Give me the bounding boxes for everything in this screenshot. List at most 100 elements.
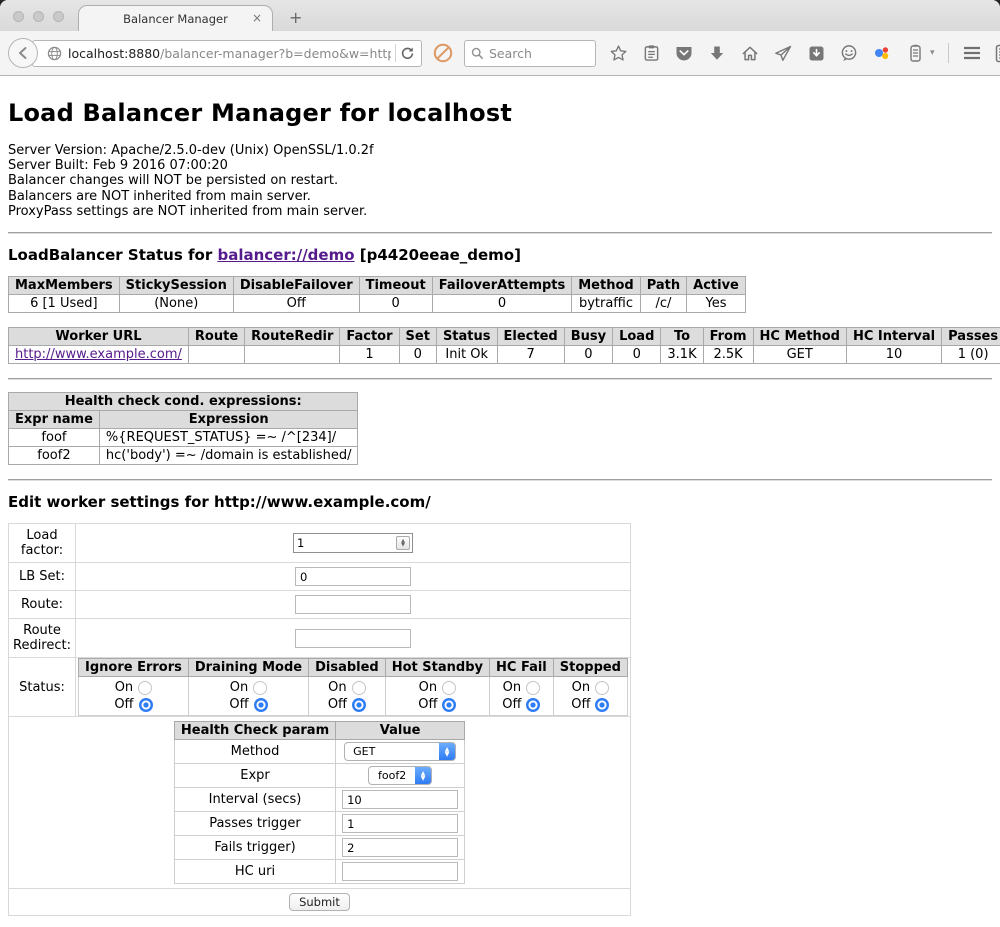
- radio-ignore-errors-off[interactable]: [139, 698, 153, 712]
- tab-title: Balancer Manager: [123, 12, 228, 26]
- persist-notice-line: Balancer changes will NOT be persisted o…: [8, 173, 992, 188]
- expr-select[interactable]: foof2 ▲▼: [368, 766, 432, 785]
- reader-grid-icon[interactable]: [995, 43, 1000, 63]
- table-row: 6 [1 Used] (None) Off 0 0 bytraffic /c/ …: [9, 295, 746, 313]
- col-expression: Expression: [99, 411, 358, 429]
- inherit-notice-line: Balancers are NOT inherited from main se…: [8, 189, 992, 204]
- reload-button[interactable]: [400, 46, 415, 61]
- cell-busy: 0: [564, 346, 612, 364]
- col-stickysession: StickySession: [119, 277, 233, 295]
- toolbar-divider: [948, 43, 949, 63]
- hc-uri-label: HC uri: [174, 860, 335, 884]
- menu-hamburger-icon[interactable]: [962, 43, 982, 63]
- search-bar[interactable]: [464, 40, 596, 67]
- route-redirect-input[interactable]: [295, 629, 411, 648]
- window-controls[interactable]: [13, 11, 64, 22]
- passes-trigger-input[interactable]: [342, 814, 458, 833]
- tab-close-icon[interactable]: ×: [252, 11, 262, 25]
- chevron-down-icon[interactable]: ▾: [930, 48, 935, 58]
- window-minimize-button[interactable]: [33, 11, 44, 22]
- status-row: Status: Ignore Errors Draining Mode Disa…: [9, 658, 631, 717]
- cell-method: bytraffic: [572, 295, 640, 313]
- screenshot-download-icon[interactable]: [806, 43, 826, 63]
- cell-expr-name-foof: foof: [9, 429, 100, 447]
- pocket-icon[interactable]: [674, 43, 694, 63]
- extension-colors-icon[interactable]: [872, 43, 892, 63]
- balancer-demo-link[interactable]: balancer://demo: [217, 246, 354, 264]
- table-header-row: Worker URL Route RouteRedir Factor Set S…: [9, 328, 1000, 346]
- draining-mode-radios: On Off: [188, 677, 308, 716]
- load-factor-input[interactable]: [294, 534, 396, 552]
- interval-label: Interval (secs): [174, 788, 335, 812]
- route-row: Route:: [9, 591, 631, 619]
- off-label: Off: [114, 696, 133, 713]
- radio-disabled-off[interactable]: [352, 698, 366, 712]
- cell-disablefailover: Off: [233, 295, 359, 313]
- number-stepper-icon[interactable]: ▲▼: [396, 536, 410, 550]
- submit-row: Submit: [9, 889, 631, 916]
- url-bar[interactable]: localhost:8880/balancer-manager?b=demo&w…: [32, 40, 422, 67]
- route-label: Route:: [9, 591, 76, 619]
- cell-hc-method: GET: [753, 346, 846, 364]
- expr-label: Expr: [174, 764, 335, 788]
- block-indicator-icon[interactable]: [432, 42, 454, 64]
- hc-uri-input[interactable]: [342, 862, 458, 881]
- new-tab-button[interactable]: +: [289, 8, 302, 27]
- col-hc-fail: HC Fail: [490, 659, 554, 677]
- col-busy: Busy: [564, 328, 612, 346]
- radio-draining-mode-on[interactable]: [253, 681, 267, 695]
- radio-hot-standby-off[interactable]: [442, 698, 456, 712]
- worker-url-link[interactable]: http://www.example.com/: [15, 347, 182, 362]
- submit-button[interactable]: Submit: [289, 893, 350, 911]
- radio-hc-fail-on[interactable]: [526, 681, 540, 695]
- radio-hc-fail-off[interactable]: [526, 698, 540, 712]
- off-label: Off: [502, 696, 521, 713]
- back-button[interactable]: [8, 38, 38, 68]
- divider: [8, 479, 992, 481]
- tab-balancer-manager[interactable]: Balancer Manager ×: [78, 5, 273, 31]
- cell-factor: 1: [340, 346, 399, 364]
- search-input[interactable]: [489, 46, 584, 61]
- radio-draining-mode-off[interactable]: [254, 698, 268, 712]
- lb-set-input[interactable]: [295, 567, 411, 586]
- load-factor-row: Load factor: ▲▼: [9, 524, 631, 563]
- window-zoom-button[interactable]: [53, 11, 64, 22]
- cell-expression-foof: %{REQUEST_STATUS} =~ /^[234]/: [99, 429, 358, 447]
- interval-input[interactable]: [342, 790, 458, 809]
- load-factor-field[interactable]: ▲▼: [293, 533, 413, 553]
- on-label: On: [419, 679, 437, 696]
- off-label: Off: [229, 696, 248, 713]
- lb-set-row: LB Set:: [9, 563, 631, 591]
- col-status: Status: [436, 328, 497, 346]
- reading-list-icon[interactable]: [641, 43, 661, 63]
- load-factor-label: Load factor:: [9, 524, 76, 563]
- hot-standby-radios: On Off: [385, 677, 489, 716]
- col-hc-method: HC Method: [753, 328, 846, 346]
- radio-hot-standby-on[interactable]: [442, 681, 456, 695]
- send-tab-icon[interactable]: [773, 43, 793, 63]
- status-heading-suffix: [p4420eeae_demo]: [355, 246, 521, 264]
- container-battery-icon[interactable]: [905, 43, 925, 63]
- cell-status: Init Ok: [436, 346, 497, 364]
- cell-maxmembers: 6 [1 Used]: [9, 295, 120, 313]
- radio-disabled-on[interactable]: [352, 681, 366, 695]
- url-input[interactable]: localhost:8880/balancer-manager?b=demo&w…: [68, 46, 391, 61]
- route-redirect-label: Route Redirect:: [9, 619, 76, 658]
- bookmark-star-icon[interactable]: [608, 43, 628, 63]
- status-heading-prefix: LoadBalancer Status for: [8, 246, 217, 264]
- radio-stopped-off[interactable]: [595, 698, 609, 712]
- radio-ignore-errors-on[interactable]: [138, 681, 152, 695]
- divider: [8, 378, 992, 380]
- fails-trigger-input[interactable]: [342, 838, 458, 857]
- downloads-icon[interactable]: [707, 43, 727, 63]
- cell-active: Yes: [687, 295, 746, 313]
- route-input[interactable]: [295, 595, 411, 614]
- home-icon[interactable]: [740, 43, 760, 63]
- feedback-smiley-icon[interactable]: [839, 43, 859, 63]
- loadbalancer-status-heading: LoadBalancer Status for balancer://demo …: [8, 246, 992, 264]
- method-select[interactable]: GET ▲▼: [344, 742, 456, 761]
- url-host: localhost:8880: [68, 46, 160, 61]
- col-active: Active: [687, 277, 746, 295]
- window-close-button[interactable]: [13, 11, 24, 22]
- radio-stopped-on[interactable]: [595, 681, 609, 695]
